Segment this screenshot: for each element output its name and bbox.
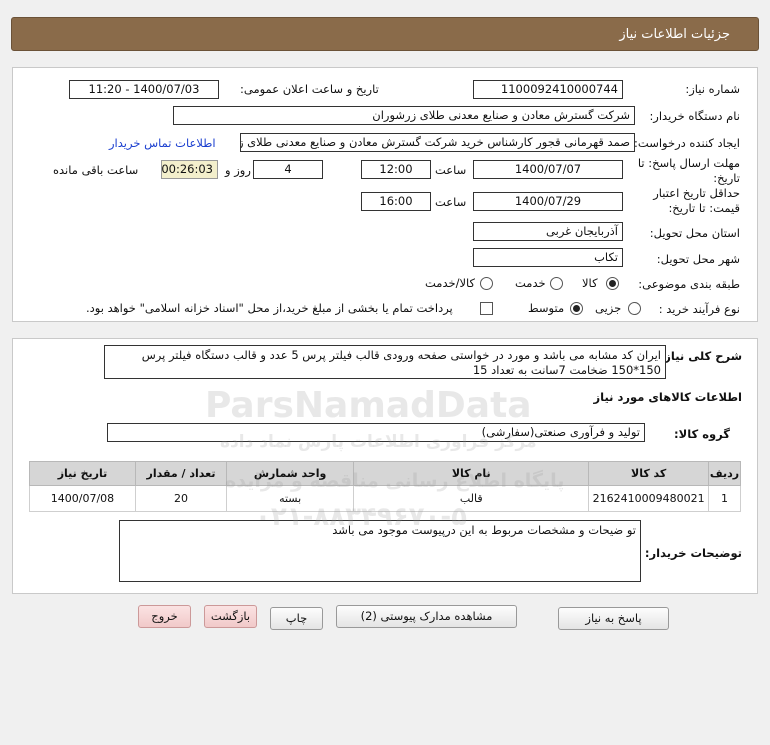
goods-section-title: اطلاعات کالاهای مورد نیاز [593,390,742,404]
cell-item-code: 2162410009480021 [588,485,709,512]
validity-time-field[interactable]: 16:00 [361,192,431,211]
process-option-medium: متوسط [528,301,565,315]
request-creator-label: ایجاد کننده درخواست: [634,136,740,150]
goods-table-header: ردیف کد کالا نام کالا واحد شمارش تعداد /… [29,461,741,486]
goods-table: ردیف کد کالا نام کالا واحد شمارش تعداد /… [29,461,741,512]
delivery-province-field[interactable]: آذربایجان غربی [473,222,623,241]
column-header-item-code: کد کالا [588,461,709,486]
column-header-quantity: تعداد / مقدار [134,461,228,486]
deadline-label-line1: مهلت ارسال پاسخ: تا [637,156,740,170]
deadline-date-field[interactable]: 1400/07/07 [473,160,623,179]
column-header-row-number: ردیف [708,461,741,486]
validity-label-line2: قیمت: تا تاریخ: [668,201,740,215]
view-attachments-button[interactable]: مشاهده مدارک پیوستی (2) [336,605,517,628]
buyer-notes-label: توضیحات خریدار: [644,546,742,560]
goods-group-label: گروه کالا: [674,427,730,441]
time-remaining-field: 00:26:03 [161,160,218,179]
days-label: روز و [225,163,251,177]
table-row[interactable]: 1 2162410009480021 قالب بسته 20 1400/07/… [29,485,741,512]
deadline-label-line2: تاریخ: [713,171,740,185]
process-option-minor: جزیی [595,301,622,315]
cell-need-date: 1400/07/08 [29,485,136,512]
days-remaining-field[interactable]: 4 [253,160,323,179]
description-field[interactable]: ایران کد مشابه می باشد و مورد در خواستی … [104,345,666,379]
category-radio-service[interactable] [550,277,563,290]
validity-time-label: ساعت [435,195,467,209]
column-header-need-date: تاریخ نیاز [29,461,136,486]
treasury-checkbox[interactable] [480,302,493,315]
goods-group-field[interactable]: تولید و فرآوری صنعتی(سفارشی) [107,423,645,442]
cell-quantity: 20 [134,485,228,512]
column-header-unit: واحد شمارش [226,461,355,486]
announce-datetime-label: تاریخ و ساعت اعلان عمومی: [240,82,379,96]
delivery-city-label: شهر محل تحویل: [656,252,740,266]
announce-datetime-field[interactable]: 1400/07/03 - 11:20 [69,80,219,99]
category-option-service: خدمت [515,276,546,290]
buyer-org-label: نام دستگاه خریدار: [649,109,740,123]
deadline-time-field[interactable]: 12:00 [361,160,431,179]
treasury-note: پرداخت تمام یا بخشی از مبلغ خرید،از محل … [86,301,453,315]
request-creator-field[interactable]: صمد قهرمانی قجور کارشناس خرید شرکت گسترش… [240,133,635,152]
page-header: جزئیات اطلاعات نیاز [11,17,759,51]
category-label: طبقه بندی موضوعی: [638,277,740,291]
process-radio-medium[interactable] [570,302,583,315]
description-label: شرح کلی نیاز: [659,349,742,363]
buyer-contact-link[interactable]: اطلاعات تماس خریدار [109,136,216,150]
category-radio-goods[interactable] [606,277,619,290]
validity-label-line1: حداقل تاریخ اعتبار [653,186,740,200]
buyer-org-field[interactable]: شرکت گسترش معادن و صنایع معدنی طلای زرشو… [173,106,635,125]
category-radio-goods-service[interactable] [480,277,493,290]
need-number-field[interactable]: 1100092410000744 [473,80,623,99]
exit-button[interactable]: خروج [138,605,191,628]
category-option-goods-service: کالا/خدمت [425,276,476,290]
cell-item-name: قالب [353,485,590,512]
cell-row-number: 1 [708,485,741,512]
cell-unit: بسته [226,485,355,512]
delivery-province-label: استان محل تحویل: [649,226,740,240]
category-option-goods: کالا [582,276,598,290]
delivery-city-field[interactable]: تکاب [473,248,623,267]
process-type-label: نوع فرآیند خرید : [658,302,740,316]
column-header-item-name: نام کالا [353,461,590,486]
buyer-notes-field[interactable]: تو ضیحات و مشخصات مربوط به این درپیوست م… [119,520,641,582]
validity-date-field[interactable]: 1400/07/29 [473,192,623,211]
back-button[interactable]: بازگشت [204,605,257,628]
process-radio-minor[interactable] [628,302,641,315]
need-number-label: شماره نیاز: [685,82,740,96]
print-button[interactable]: چاپ [270,607,323,630]
deadline-time-label: ساعت [435,163,467,177]
time-remaining-label: ساعت باقی مانده [53,163,139,177]
reply-button[interactable]: پاسخ به نیاز [558,607,669,630]
page-title: جزئیات اطلاعات نیاز [619,27,730,42]
